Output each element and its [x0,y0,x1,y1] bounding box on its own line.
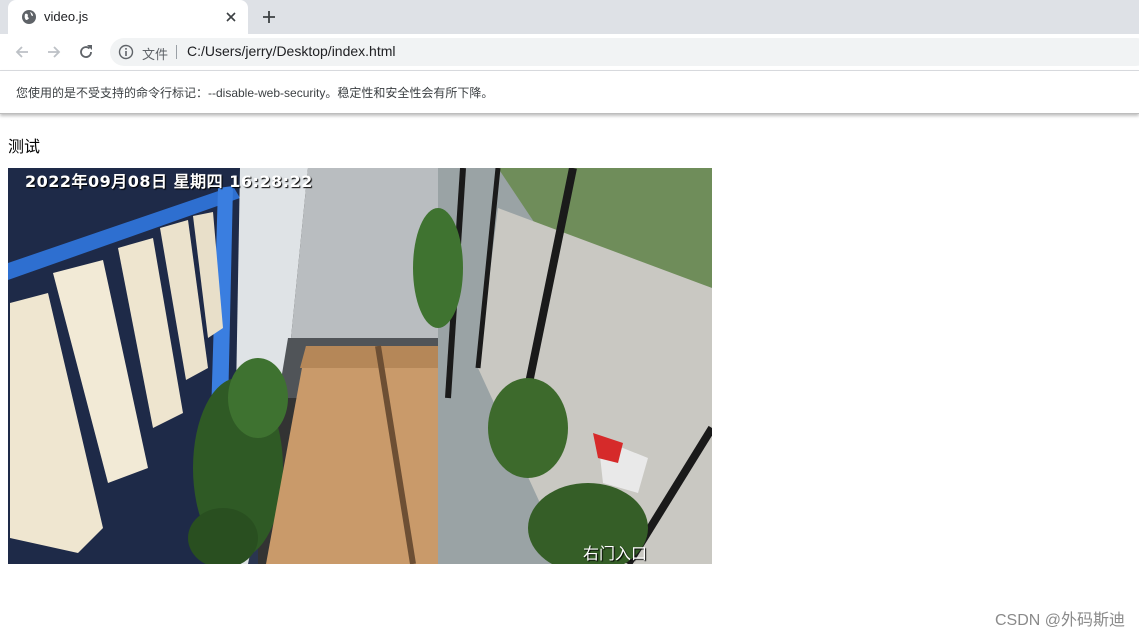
toolbar: 文件 C:/Users/jerry/Desktop/index.html [0,34,1139,71]
video-frame [8,168,712,564]
address-bar[interactable]: 文件 C:/Users/jerry/Desktop/index.html [110,38,1139,66]
plus-icon[interactable] [260,8,278,26]
video-timestamp-overlay: 2022年09月08日 星期四 16:28:22 [25,172,313,191]
close-icon[interactable] [223,9,239,25]
scheme-label: 文件 [142,47,169,62]
watermark: CSDN @外码斯迪 [994,612,1125,629]
video-location-overlay: 右门入口 [583,544,648,563]
info-icon[interactable] [118,44,134,60]
url-text[interactable]: C:/Users/jerry/Desktop/index.html [187,43,396,59]
arrow-right-icon[interactable] [44,42,64,62]
globe-icon [21,9,37,25]
divider [176,45,177,59]
tab-strip: video.js [0,0,1139,34]
page-heading: 测试 [8,139,41,156]
tab-video-js[interactable]: video.js [8,0,248,34]
infobar-message: 您使用的是不受支持的命令行标记：--disable-web-security。稳… [16,86,494,100]
video-player[interactable]: 2022年09月08日 星期四 16:28:22 右门入口 [8,168,712,564]
arrow-left-icon[interactable] [12,42,32,62]
tab-title: video.js [44,9,89,24]
reload-icon[interactable] [76,42,96,62]
warning-infobar: 您使用的是不受支持的命令行标记：--disable-web-security。稳… [0,71,1139,114]
